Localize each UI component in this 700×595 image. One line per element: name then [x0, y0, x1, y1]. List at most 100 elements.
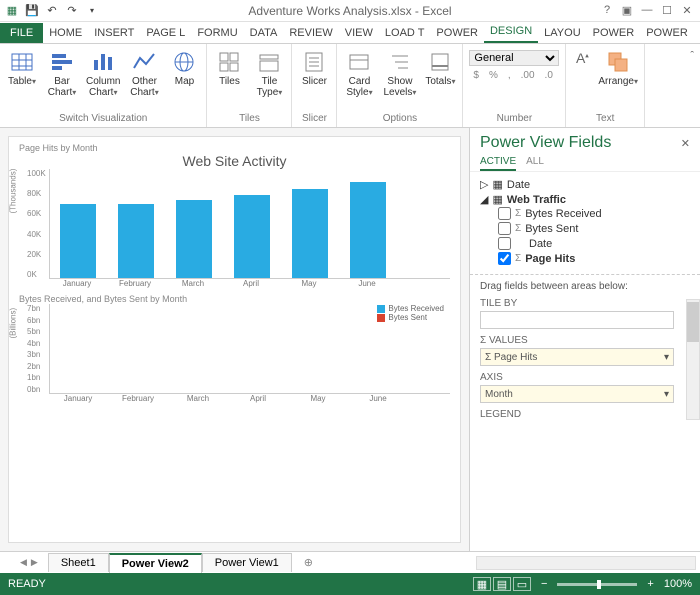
chart-page-hits[interactable]: Page Hits by Month Web Site Activity 100… [19, 143, 450, 288]
status-ready: READY [8, 578, 46, 590]
tab-formulas[interactable]: FORMU [191, 23, 243, 43]
redo-icon[interactable]: ↷ [64, 3, 80, 19]
field-table-web-traffic[interactable]: ◢▦Web Traffic [480, 193, 690, 206]
sheet-nav-prev-icon[interactable]: ◀ [20, 557, 27, 568]
tab-data[interactable]: DATA [244, 23, 284, 43]
save-icon[interactable]: 💾 [24, 3, 40, 19]
field-bytes-received[interactable]: ΣBytes Received [480, 206, 690, 221]
bar-chart-button[interactable]: Bar Chart [46, 50, 78, 98]
column-chart-button[interactable]: Column Chart [86, 50, 120, 98]
collapse-ribbon-icon[interactable]: ˆ [684, 44, 700, 127]
chevron-down-icon[interactable]: ▾ [664, 389, 669, 400]
tab-team[interactable]: TEAM [694, 23, 700, 43]
bar [292, 189, 328, 278]
close-icon[interactable]: ✕ [680, 4, 694, 17]
field-table-date[interactable]: ▷▦Date [480, 178, 690, 191]
chart1-subtitle: Page Hits by Month [19, 143, 450, 153]
tab-power[interactable]: POWER [430, 23, 484, 43]
normal-view-icon[interactable]: ▦ [473, 577, 491, 591]
chevron-down-icon[interactable]: ▾ [664, 352, 669, 363]
tab-home[interactable]: HOME [43, 23, 88, 43]
sheet-tab-sheet1[interactable]: Sheet1 [48, 553, 109, 572]
sheet-tab-powerview2[interactable]: Power View2 [109, 553, 202, 573]
field-page-hits[interactable]: ΣPage Hits [480, 251, 690, 266]
map-button[interactable]: Map [168, 50, 200, 87]
zoom-in-icon[interactable]: + [647, 578, 653, 590]
chart2-subtitle: Bytes Received, and Bytes Sent by Month [19, 294, 450, 304]
chart-bytes[interactable]: Bytes Received, and Bytes Sent by Month … [19, 294, 450, 403]
chart1-ylabel: (Thousands) [9, 168, 18, 213]
currency-icon[interactable]: $ [469, 68, 483, 83]
other-chart-button[interactable]: Other Chart [128, 50, 160, 98]
sheet-tab-powerview1[interactable]: Power View1 [202, 553, 292, 572]
chart2-bars [49, 304, 450, 394]
window-title: Adventure Works Analysis.xlsx - Excel [248, 4, 451, 18]
zoom-slider[interactable] [557, 583, 637, 586]
number-format-select[interactable]: General [469, 50, 559, 66]
tab-power2[interactable]: POWER [587, 23, 641, 43]
area-values-label: Σ VALUES [480, 335, 690, 346]
status-bar: READY ▦ ▤ ▭ − + 100% [0, 573, 700, 595]
tab-view[interactable]: VIEW [339, 23, 379, 43]
font-size-button[interactable]: A▴ [572, 50, 592, 66]
totals-icon [428, 50, 452, 74]
totals-button[interactable]: Totals [424, 50, 456, 87]
show-levels-button[interactable]: Show Levels [383, 50, 416, 98]
add-sheet-button[interactable]: ⊕ [292, 553, 325, 572]
tile-type-button[interactable]: Tile Type [253, 50, 285, 98]
area-axis-box[interactable]: Month▾ [480, 385, 674, 403]
card-style-button[interactable]: Card Style [343, 50, 375, 98]
ribbon-tabs: FILE HOME INSERT PAGE L FORMU DATA REVIE… [0, 22, 700, 44]
tiles-icon [217, 50, 241, 74]
areas-scrollbar[interactable] [686, 299, 700, 420]
chart2-yticks: 7bn6bn5bn4bn3bn2bn1bn0bn [27, 304, 40, 394]
maximize-icon[interactable]: ☐ [660, 4, 674, 17]
help-icon[interactable]: ? [600, 4, 614, 17]
percent-icon[interactable]: % [485, 68, 502, 83]
comma-icon[interactable]: , [504, 68, 515, 83]
tab-design[interactable]: DESIGN [484, 21, 538, 43]
globe-icon [172, 50, 196, 74]
field-bytes-sent[interactable]: ΣBytes Sent [480, 221, 690, 236]
zoom-level[interactable]: 100% [664, 578, 692, 590]
power-view-fields-pane: Power View Fields ✕ ACTIVE ALL ▷▦Date ◢▦… [470, 128, 700, 551]
tab-insert[interactable]: INSERT [88, 23, 140, 43]
expand-icon: ▷ [480, 178, 488, 191]
slicer-button[interactable]: Slicer [298, 50, 330, 87]
tab-power3[interactable]: POWER [640, 23, 694, 43]
bar [234, 195, 270, 278]
report-canvas[interactable]: Page Hits by Month Web Site Activity 100… [0, 128, 470, 551]
undo-icon[interactable]: ↶ [44, 3, 60, 19]
tab-review[interactable]: REVIEW [283, 23, 338, 43]
minimize-icon[interactable]: — [640, 4, 654, 17]
chart1-title: Web Site Activity [19, 153, 450, 169]
pane-close-icon[interactable]: ✕ [681, 137, 690, 150]
tab-layout[interactable]: LAYOU [538, 23, 586, 43]
sheet-nav-next-icon[interactable]: ▶ [31, 557, 38, 568]
table-icon [10, 50, 34, 74]
page-break-view-icon[interactable]: ▭ [513, 577, 531, 591]
tab-page-layout[interactable]: PAGE L [140, 23, 191, 43]
fields-tab-all[interactable]: ALL [526, 154, 544, 171]
zoom-out-icon[interactable]: − [541, 578, 547, 590]
tiles-button[interactable]: Tiles [213, 50, 245, 87]
ribbon-display-icon[interactable]: ▣ [620, 4, 634, 17]
fields-tab-active[interactable]: ACTIVE [480, 154, 516, 171]
increase-decimal-icon[interactable]: .00 [517, 68, 539, 83]
horizontal-scrollbar[interactable] [476, 556, 696, 570]
decrease-decimal-icon[interactable]: .0 [541, 68, 557, 83]
table-button[interactable]: Table [6, 50, 38, 87]
area-values-box[interactable]: Σ Page Hits▾ [480, 348, 674, 366]
area-tileby-box[interactable] [480, 311, 674, 329]
page-layout-view-icon[interactable]: ▤ [493, 577, 511, 591]
qat-dropdown-icon[interactable]: ▾ [84, 3, 100, 19]
sigma-icon: Σ [515, 208, 521, 219]
tab-file[interactable]: FILE [0, 23, 43, 43]
sigma-icon: Σ [515, 253, 521, 264]
bar [176, 200, 212, 278]
ribbon: Table Bar Chart Column Chart Other Chart… [0, 44, 700, 128]
bar-chart-icon [50, 50, 74, 74]
tab-load-test[interactable]: LOAD T [379, 23, 431, 43]
arrange-button[interactable]: Arrange [598, 50, 638, 87]
field-date[interactable]: Date [480, 236, 690, 251]
